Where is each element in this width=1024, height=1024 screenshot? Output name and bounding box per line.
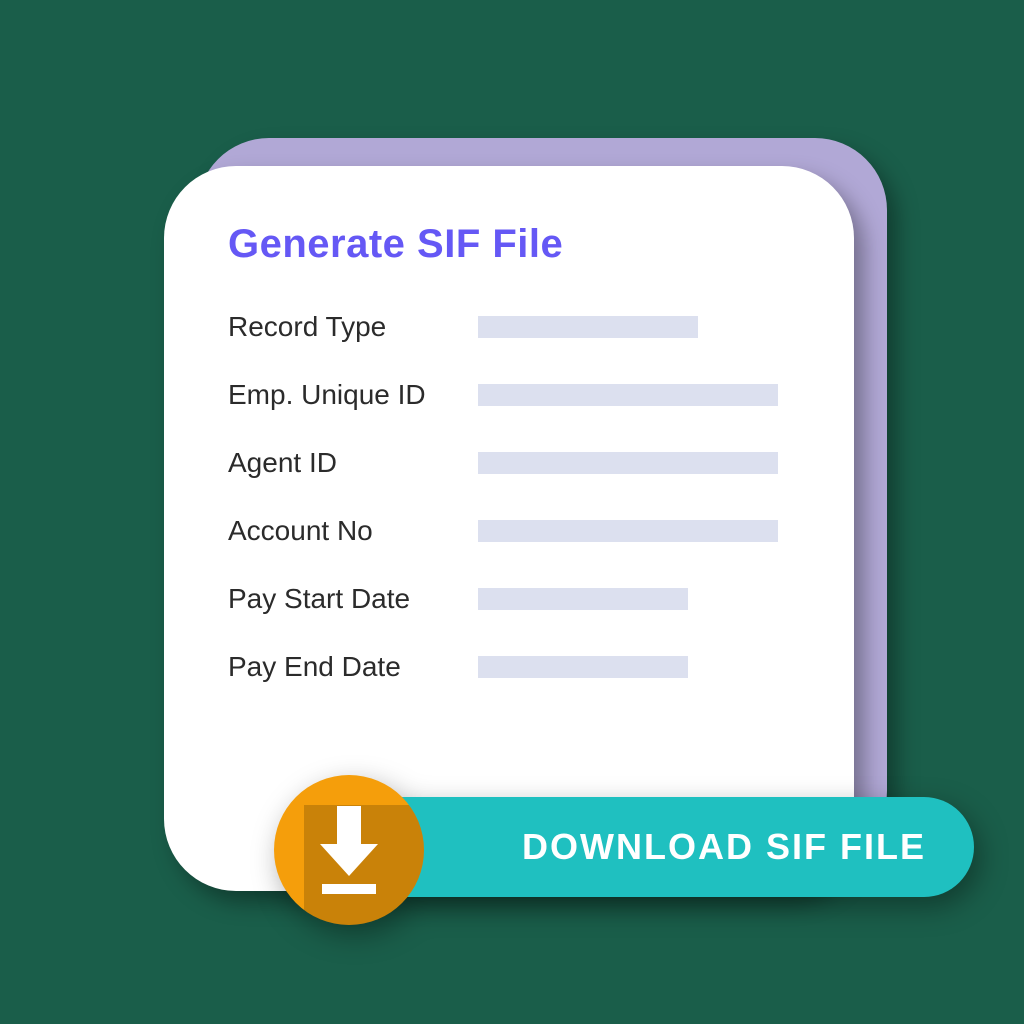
field-placeholder-bar[interactable] [478,520,778,542]
card-title: Generate SIF File [228,222,790,267]
field-account-no: Account No [228,515,790,547]
field-record-type: Record Type [228,311,790,343]
field-label: Pay Start Date [228,583,478,615]
download-button-label: DOWNLOAD SIF FILE [522,826,926,868]
download-icon-badge [274,775,424,925]
field-placeholder-bar[interactable] [478,384,778,406]
field-emp-unique-id: Emp. Unique ID [228,379,790,411]
field-placeholder-bar[interactable] [478,316,698,338]
download-icon [306,802,392,898]
field-label: Emp. Unique ID [228,379,478,411]
field-agent-id: Agent ID [228,447,790,479]
field-pay-start-date: Pay Start Date [228,583,790,615]
field-label: Pay End Date [228,651,478,683]
field-label: Agent ID [228,447,478,479]
download-sif-button[interactable]: DOWNLOAD SIF FILE [334,797,974,897]
field-placeholder-bar[interactable] [478,656,688,678]
field-label: Account No [228,515,478,547]
canvas: Generate SIF File Record Type Emp. Uniqu… [0,0,1024,1024]
field-pay-end-date: Pay End Date [228,651,790,683]
form-rows: Record Type Emp. Unique ID Agent ID Acco… [228,311,790,683]
field-placeholder-bar[interactable] [478,588,688,610]
field-placeholder-bar[interactable] [478,452,778,474]
download-button-wrap: DOWNLOAD SIF FILE [274,775,994,925]
field-label: Record Type [228,311,478,343]
